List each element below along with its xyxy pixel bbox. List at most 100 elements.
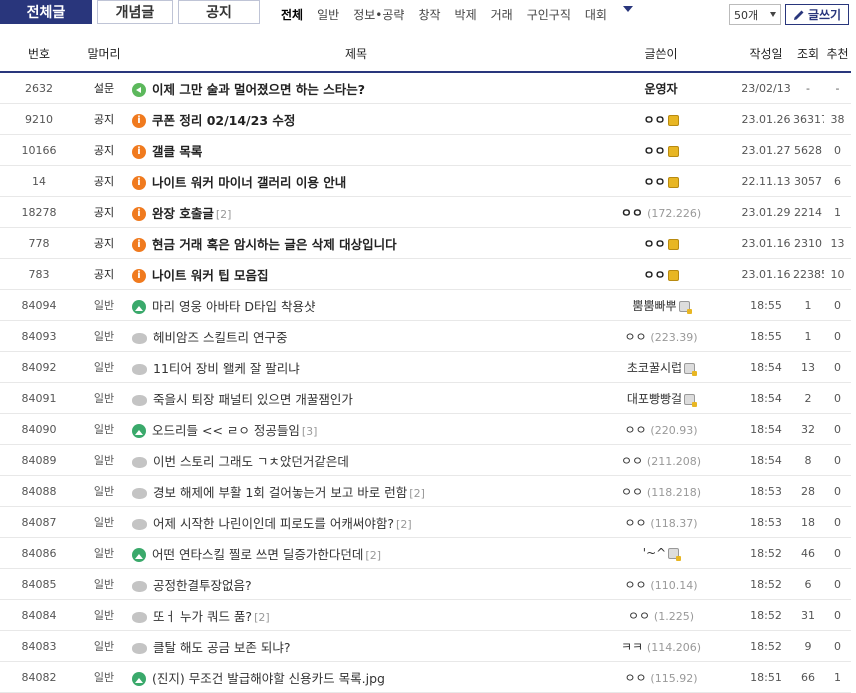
post-writer[interactable]: ㅇㅇ (115.92) — [582, 661, 740, 693]
post-title-cell[interactable]: 11티어 장비 왤케 잘 팔리냐 — [130, 351, 582, 383]
post-writer[interactable]: ㅇㅇ (220.93) — [582, 413, 740, 445]
table-row[interactable]: 84089 일반 이번 스토리 그래도 ㄱㅊ았던거같은데 ㅇㅇ (211.208) 18… — [0, 444, 851, 476]
post-title-cell[interactable]: 나이트 워커 마이너 갤러리 이용 안내 — [130, 165, 582, 197]
post-writer[interactable]: ㅇㅇ (1.225) — [582, 599, 740, 631]
post-title[interactable]: 어떤 연타스킬 찔로 쓰면 딜증가한다던데 — [152, 547, 363, 562]
post-title[interactable]: 또ㅓ 누가 쿼드 품? — [153, 609, 252, 624]
writer-nickname[interactable]: ㅇㅇ — [643, 113, 665, 127]
writer-nickname[interactable]: 대포빵빵걸 — [627, 392, 682, 406]
table-row[interactable]: 84085 일반 공정한결투장없음? ㅇㅇ (110.14) 18:52 6 0 — [0, 568, 851, 600]
post-writer[interactable]: ㅋㅋ (114.206) — [582, 630, 740, 662]
post-writer[interactable]: ㅇㅇ (223.39) — [582, 320, 740, 352]
writer-nickname[interactable]: 뿜뿜빠뿌 — [632, 299, 676, 313]
post-title[interactable]: (진지) 무조건 발급해야할 신용카드 목록.jpg — [152, 671, 385, 686]
post-title-cell[interactable]: 현금 거래 혹은 암시하는 글은 삭제 대상입니다 — [130, 227, 582, 259]
table-row[interactable]: 84093 일반 헤비암즈 스킬트리 연구중 ㅇㅇ (223.39) 18:55 1 0 — [0, 320, 851, 352]
writer-nickname[interactable]: 운영자 — [644, 82, 677, 96]
writer-nickname[interactable]: ㅇㅇ — [643, 175, 665, 189]
table-row[interactable]: 84083 일반 클탈 해도 공금 보존 되냐? ㅋㅋ (114.206) 18:52 9… — [0, 630, 851, 662]
table-row[interactable]: 10166공지 갤클 목록 ㅇㅇ 23.01.2756280 — [0, 134, 851, 166]
post-writer[interactable]: ㅇㅇ — [582, 134, 740, 166]
post-writer[interactable]: ㅇㅇ (172.226) — [582, 196, 740, 228]
post-title[interactable]: 경보 해제에 부활 1회 걸어놓는거 보고 바로 런함 — [153, 485, 407, 500]
post-title-cell[interactable]: 어제 시작한 나린이인데 피로도를 어캐써야함? [2] — [130, 506, 582, 538]
post-title-cell[interactable]: 어떤 연타스킬 찔로 쓰면 딜증가한다던데 [2] — [130, 537, 582, 569]
category-trade[interactable]: 거래 — [491, 6, 513, 23]
table-row[interactable]: 84091 일반 죽을시 퇴장 패널티 있으면 개꿀잼인가 대포빵빵걸 18:54 2 0 — [0, 382, 851, 414]
writer-nickname[interactable]: ㅇㅇ — [643, 268, 665, 282]
post-writer[interactable]: ㅇㅇ (118.37) — [582, 506, 740, 538]
table-row[interactable]: 18278공지완장 호출글[2]ㅇㅇ (172.226)23.01.292214… — [0, 196, 851, 228]
post-title[interactable]: 어제 시작한 나린이인데 피로도를 어캐써야함? — [153, 516, 394, 531]
table-row[interactable]: 2632 설문 이제 그만 술과 멀어졌으면 하는 스타는? 운영자 23/02/13-… — [0, 72, 851, 104]
writer-nickname[interactable]: ㅇㅇ — [625, 671, 647, 685]
post-writer[interactable]: ㅇㅇ — [582, 227, 740, 259]
writer-nickname[interactable]: ㅇㅇ — [643, 144, 665, 158]
post-title[interactable]: 마리 영웅 아바타 D타입 착용샷 — [152, 299, 316, 314]
post-title-cell[interactable]: 클탈 해도 공금 보존 되냐? — [130, 630, 582, 662]
post-title-cell[interactable]: 갤클 목록 — [130, 134, 582, 166]
post-writer[interactable]: 뿜뿜빠뿌 — [582, 289, 740, 321]
comment-count[interactable]: [3] — [302, 425, 318, 438]
post-writer[interactable]: 초코꿀시럽 — [582, 351, 740, 383]
post-title-cell[interactable]: (진지) 무조건 발급해야할 신용카드 목록.jpg — [130, 661, 582, 693]
writer-nickname[interactable]: ㅋㅋ — [621, 640, 643, 654]
category-contest[interactable]: 대회 — [585, 6, 607, 23]
post-title[interactable]: 죽을시 퇴장 패널티 있으면 개꿀잼인가 — [153, 392, 353, 407]
category-creation[interactable]: 창작 — [418, 6, 440, 23]
table-row[interactable]: 84088 일반 경보 해제에 부활 1회 걸어놓는거 보고 바로 런함 [2] ㅇㅇ … — [0, 475, 851, 507]
table-row[interactable]: 14공지 나이트 워커 마이너 갤러리 이용 안내 ㅇㅇ 22.11.1330576 — [0, 165, 851, 197]
posts-per-page-select[interactable]: 50개 — [729, 4, 781, 25]
tab-notice[interactable]: 공지 — [178, 0, 260, 24]
post-writer[interactable]: ㅇㅇ (110.14) — [582, 568, 740, 600]
write-button[interactable]: 글쓰기 — [785, 4, 849, 25]
writer-nickname[interactable]: ㅇㅇ — [625, 578, 647, 592]
comment-count[interactable]: [2] — [365, 549, 381, 562]
tab-concept-posts[interactable]: 개념글 — [97, 0, 173, 24]
post-title-cell[interactable]: 경보 해제에 부활 1회 걸어놓는거 보고 바로 런함 [2] — [130, 475, 582, 507]
post-title[interactable]: 클탈 해도 공금 보존 되냐? — [153, 640, 291, 655]
writer-nickname[interactable]: ㅇㅇ — [621, 206, 643, 220]
post-writer[interactable]: ㅇㅇ — [582, 258, 740, 290]
post-title[interactable]: 완장 호출글 — [152, 206, 214, 221]
post-title-cell[interactable]: 마리 영웅 아바타 D타입 착용샷 — [130, 289, 582, 321]
post-writer[interactable]: 대포빵빵걸 — [582, 382, 740, 414]
category-general[interactable]: 일반 — [317, 6, 339, 23]
comment-count[interactable]: [2] — [254, 611, 270, 624]
post-title-cell[interactable]: 나이트 워커 팁 모음집 — [130, 258, 582, 290]
post-title-cell[interactable]: 오드리들 << ㄹㅇ 정공들임 [3] — [130, 413, 582, 445]
writer-nickname[interactable]: ㅇㅇ — [621, 454, 643, 468]
writer-nickname[interactable]: '~^ — [643, 546, 666, 560]
post-writer[interactable]: 운영자 — [582, 72, 740, 104]
post-title[interactable]: 나이트 워커 마이너 갤러리 이용 안내 — [152, 175, 346, 190]
table-row[interactable]: 84090 일반 오드리들 << ㄹㅇ 정공들임 [3] ㅇㅇ (220.93) 18:5… — [0, 413, 851, 445]
category-info-guide[interactable]: 정보•공략 — [353, 6, 404, 23]
post-title-cell[interactable]: 헤비암즈 스킬트리 연구중 — [130, 320, 582, 352]
post-writer[interactable]: ㅇㅇ (118.218) — [582, 475, 740, 507]
table-row[interactable]: 84086 일반 어떤 연타스킬 찔로 쓰면 딜증가한다던데 [2] '~^ 18:52 4… — [0, 537, 851, 569]
post-title[interactable]: 나이트 워커 팁 모음집 — [152, 268, 269, 283]
table-row[interactable]: 84094 일반 마리 영웅 아바타 D타입 착용샷 뿜뿜빠뿌 18:55 1 0 — [0, 289, 851, 321]
post-title-cell[interactable]: 죽을시 퇴장 패널티 있으면 개꿀잼인가 — [130, 382, 582, 414]
writer-nickname[interactable]: ㅇㅇ — [625, 516, 647, 530]
post-title[interactable]: 쿠폰 정리 02/14/23 수정 — [152, 113, 295, 128]
post-title-cell[interactable]: 완장 호출글[2] — [130, 196, 582, 228]
post-writer[interactable]: ㅇㅇ (211.208) — [582, 444, 740, 476]
post-writer[interactable]: '~^ — [582, 537, 740, 569]
table-row[interactable]: 84084 일반 또ㅓ 누가 쿼드 품? [2] ㅇㅇ (1.225) 18:52 31 0 — [0, 599, 851, 631]
post-title[interactable]: 오드리들 << ㄹㅇ 정공들임 — [152, 423, 300, 438]
writer-nickname[interactable]: ㅇㅇ — [621, 485, 643, 499]
comment-count[interactable]: [2] — [409, 487, 425, 500]
post-title[interactable]: 공정한결투장없음? — [153, 578, 252, 593]
tab-all-posts[interactable]: 전체글 — [0, 0, 92, 24]
post-title[interactable]: 11티어 장비 왤케 잘 팔리냐 — [153, 361, 300, 376]
post-title-cell[interactable]: 공정한결투장없음? — [130, 568, 582, 600]
table-row[interactable]: 9210공지 쿠폰 정리 02/14/23 수정 ㅇㅇ 23.01.263631738 — [0, 103, 851, 135]
writer-nickname[interactable]: 초코꿀시럽 — [627, 361, 682, 375]
comment-count[interactable]: [2] — [216, 208, 232, 221]
post-title[interactable]: 갤클 목록 — [152, 144, 202, 159]
post-writer[interactable]: ㅇㅇ — [582, 103, 740, 135]
post-title-cell[interactable]: 쿠폰 정리 02/14/23 수정 — [130, 103, 582, 135]
post-title-cell[interactable]: 이번 스토리 그래도 ㄱㅊ았던거같은데 — [130, 444, 582, 476]
post-title[interactable]: 이제 그만 술과 멀어졌으면 하는 스타는? — [152, 82, 365, 97]
